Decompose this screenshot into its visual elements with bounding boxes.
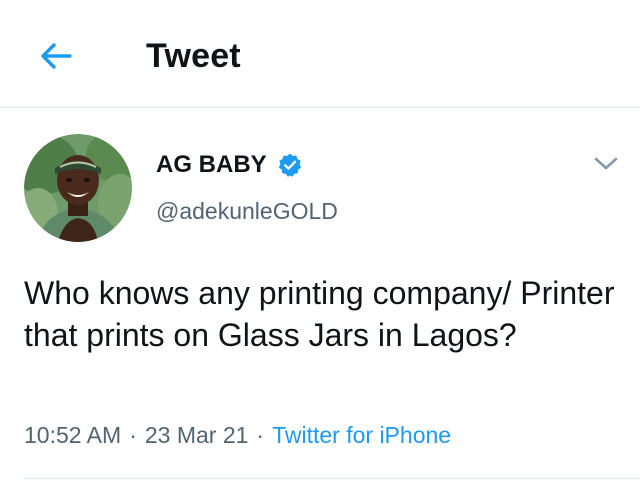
author-name-row[interactable]: AG BABY bbox=[156, 148, 303, 182]
tweet-text: Who knows any printing company/ Printer … bbox=[24, 275, 615, 353]
divider bbox=[24, 478, 640, 479]
tweet-time: 10:52 AM bbox=[24, 422, 122, 448]
tweet-menu-button[interactable] bbox=[590, 150, 622, 178]
tweet-date: 23 Mar 21 bbox=[144, 422, 249, 448]
author-display-name[interactable]: AG BABY bbox=[156, 150, 267, 180]
tweet-meta: 10:52 AM · 23 Mar 21 · Twitter for iPhon… bbox=[24, 420, 451, 450]
avatar[interactable] bbox=[24, 134, 132, 242]
chevron-down-icon bbox=[594, 157, 618, 170]
author-handle[interactable]: @adekunleGOLD bbox=[156, 196, 338, 226]
top-bar: Tweet bbox=[0, 0, 640, 108]
avatar-image bbox=[24, 134, 132, 242]
meta-separator: · bbox=[129, 422, 137, 448]
verified-badge-icon bbox=[278, 153, 301, 177]
tweet-source-link[interactable]: Twitter for iPhone bbox=[272, 420, 451, 450]
back-button[interactable] bbox=[34, 36, 78, 76]
meta-separator: · bbox=[256, 422, 265, 448]
page-title: Tweet bbox=[146, 37, 241, 75]
arrow-left-icon bbox=[41, 43, 72, 69]
